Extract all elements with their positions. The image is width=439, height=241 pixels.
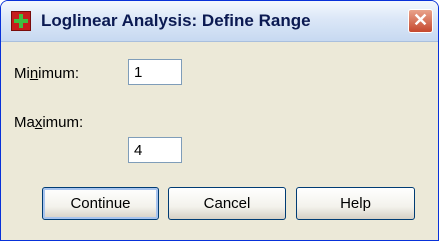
maximum-input[interactable]: 4 [128,137,182,163]
close-button[interactable]: ✕ [408,9,433,33]
minimum-input[interactable]: 1 [128,59,182,85]
app-icon [11,11,31,31]
window-title: Loglinear Analysis: Define Range [41,11,311,30]
minimum-label: Minimum: [14,65,80,82]
cancel-button[interactable]: Cancel [168,187,286,220]
dialog-window: Loglinear Analysis: Define Range ✕ Minim… [0,0,439,241]
dialog-body: Minimum: 1 Maximum: 4 Continue Cancel He… [1,42,438,240]
maximum-label: Maximum: [14,114,84,131]
title-bar[interactable]: Loglinear Analysis: Define Range ✕ [1,1,438,42]
continue-button[interactable]: Continue [42,187,159,220]
help-button[interactable]: Help [296,187,415,220]
